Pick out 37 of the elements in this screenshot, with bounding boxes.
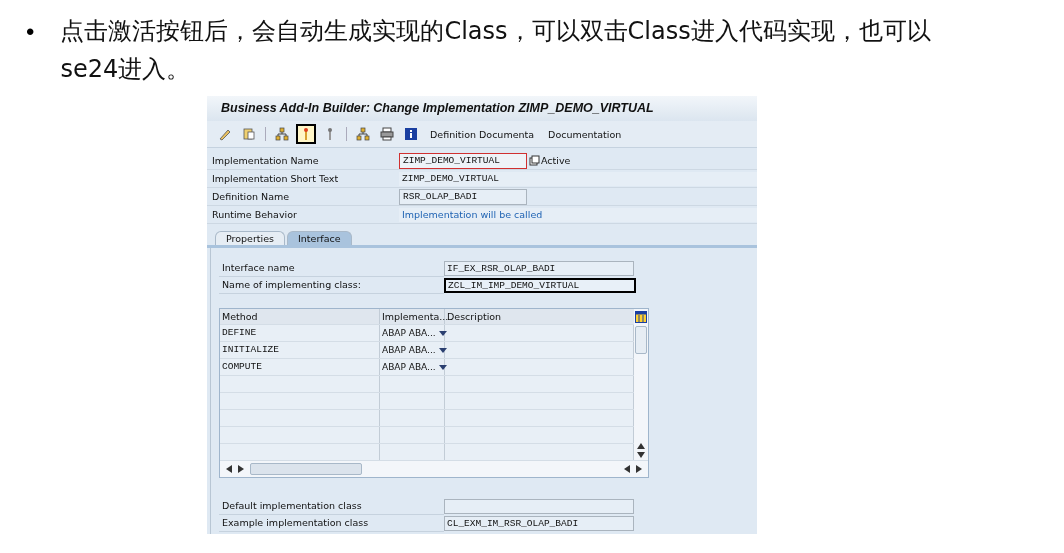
caret-icon [438,347,447,353]
caret-icon [438,364,447,370]
toolbar-button[interactable]: Definition Documenta [425,126,540,142]
scroll-left-icon[interactable] [624,465,630,473]
copy-icon[interactable] [529,155,540,166]
toolbar-button[interactable]: Documentation [543,126,627,142]
field-label: Implementation Short Text [211,173,340,184]
scroll-right-icon[interactable] [636,465,642,473]
field-label: Interface name [219,260,444,277]
status-text: Active [541,155,571,166]
field-label: Implementation Name [211,155,320,166]
field-label: Definition Name [211,191,291,202]
input-field[interactable]: RSR_OLAP_BADI [399,188,527,205]
bullet-marker: • [26,17,35,47]
window-title: Business Add-In Builder: Change Implementation ZIMP_DEMO_VIRTUAL [207,96,757,121]
scroll-down-icon[interactable] [637,452,645,458]
runtime-value[interactable]: Implementation will be called [399,207,757,222]
input-field[interactable]: ZIMP_DEMO_VIRTUAL [399,152,527,169]
scroll-left-icon[interactable] [226,465,232,473]
input-field[interactable]: ZIMP_DEMO_VIRTUAL [399,171,757,186]
tab[interactable]: Interface [287,231,352,245]
input-field[interactable]: ZCL_IM_IMP_DEMO_VIRTUAL [444,278,636,293]
tab[interactable]: Properties [215,231,285,245]
field-label: Name of implementing class: [219,277,444,294]
input-field[interactable]: IF_EX_RSR_OLAP_BADI [444,261,634,276]
scrollbar-thumb[interactable] [250,463,362,475]
field-label: Default implementation class [219,498,444,515]
input-field[interactable] [444,499,634,514]
scrollbar-thumb[interactable] [635,326,647,354]
layout-icon[interactable] [635,311,647,323]
bullet-text: 点击激活按钮后，会自动生成实现的Class，可以双击Class进入代码实现，也可以se24进入。 [60,16,932,85]
field-label: Runtime Behavior [211,209,298,220]
input-field[interactable]: CL_EXM_IM_RSR_OLAP_BADI [444,516,634,531]
scroll-up-icon[interactable] [637,443,645,449]
field-label: Example implementation class [219,515,444,532]
scroll-right-icon[interactable] [238,465,244,473]
caret-icon [438,330,447,336]
